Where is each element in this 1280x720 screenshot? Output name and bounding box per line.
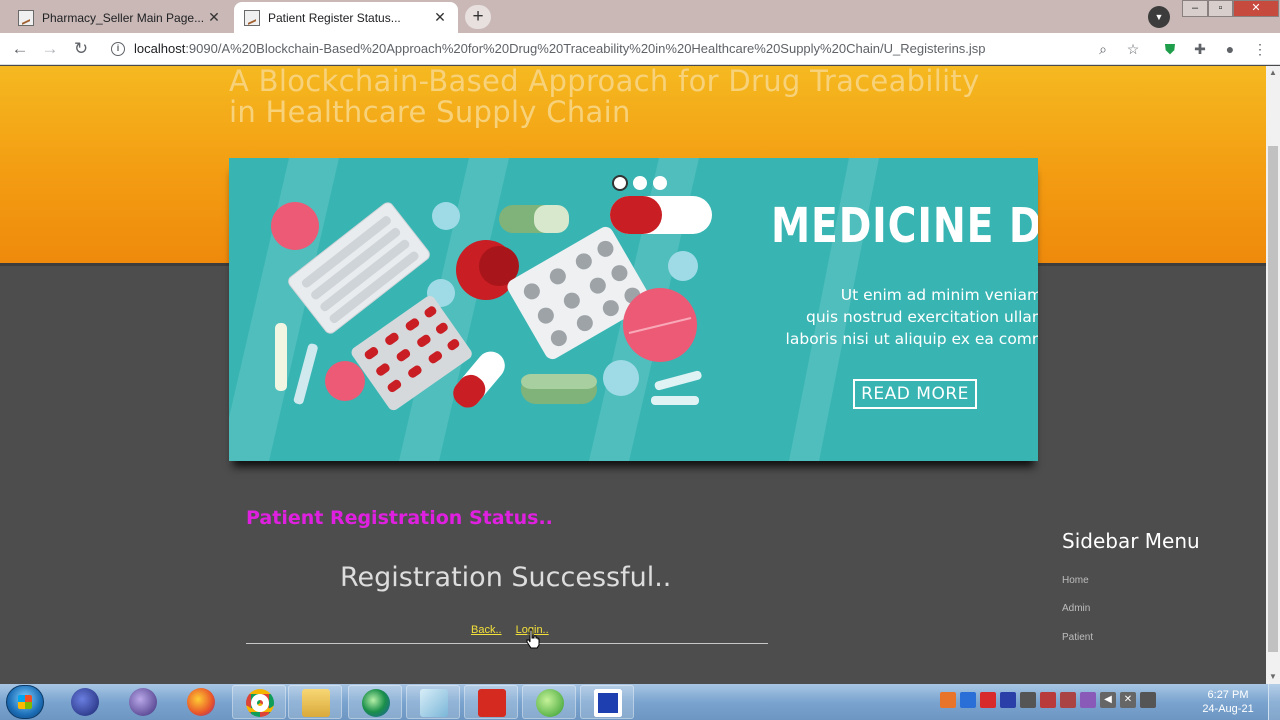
site-info-icon[interactable]: i: [111, 42, 125, 56]
refresh-app-icon: [536, 689, 564, 717]
web-page: A Blockchain-Based Approach for Drug Tra…: [0, 66, 1266, 684]
tray-flag-icon[interactable]: [1060, 692, 1076, 708]
site-title: A Blockchain-Based Approach for Drug Tra…: [229, 66, 980, 129]
close-window-icon[interactable]: ✕: [1233, 0, 1279, 17]
reload-icon[interactable]: ↻: [69, 37, 93, 61]
eclipse-icon: [71, 688, 99, 716]
window-app-icon: [594, 689, 622, 717]
scroll-down-icon[interactable]: ▼: [1266, 670, 1280, 684]
sidebar-item-admin[interactable]: Admin: [1062, 603, 1090, 614]
banner-title: MEDICINE DRUG: [771, 198, 1038, 254]
taskbar-clock[interactable]: 6:27 PM 24-Aug-21: [1196, 688, 1260, 716]
tray-app-icon[interactable]: [940, 692, 956, 708]
taskbar-acrobat[interactable]: [464, 685, 518, 719]
banner-text-line: laboris nisi ut aliquip ex ea comm: [785, 330, 1038, 348]
bookmark-star-icon[interactable]: ☆: [1124, 40, 1142, 58]
page-favicon-icon: [244, 9, 260, 26]
browser-toolbar: ← → ↻ i localhost:9090/A%20Blockchain-Ba…: [0, 33, 1280, 65]
extensions-puzzle-icon[interactable]: ✚: [1191, 40, 1209, 58]
sidebar-title: Sidebar Menu: [1062, 529, 1200, 553]
status-heading: Patient Registration Status..: [246, 507, 553, 529]
tab-patient-register-status[interactable]: Patient Register Status... ✕: [234, 2, 458, 33]
notes-icon: [420, 689, 448, 717]
tray-device-icon[interactable]: [1020, 692, 1036, 708]
tab-pharmacy-seller[interactable]: Pharmacy_Seller Main Page... ✕: [8, 2, 232, 33]
tray-app-icon[interactable]: [1080, 692, 1096, 708]
tab-close-icon[interactable]: ✕: [432, 9, 448, 26]
tab-title: Patient Register Status...: [268, 10, 401, 25]
show-desktop-button[interactable]: [1268, 684, 1280, 720]
window-controls: – ▫ ✕: [1182, 0, 1279, 17]
pdf-icon: [478, 689, 506, 717]
taskbar-firefox[interactable]: [174, 685, 228, 719]
sidebar-item-home[interactable]: Home: [1062, 575, 1089, 586]
new-tab-button[interactable]: +: [465, 5, 491, 29]
page-favicon-icon: [18, 9, 34, 26]
tray-security-icon[interactable]: [980, 692, 996, 708]
clock-date: 24-Aug-21: [1202, 703, 1254, 715]
taskbar-eclipse[interactable]: [58, 685, 112, 719]
banner-text-line: quis nostrud exercitation ullam: [806, 308, 1038, 326]
tray-app-icon[interactable]: [1040, 692, 1056, 708]
taskbar-explorer[interactable]: [288, 685, 342, 719]
profile-avatar-icon[interactable]: ●: [1221, 40, 1239, 58]
tray-volume-icon[interactable]: ◀: [1100, 692, 1116, 708]
scrollbar-thumb[interactable]: [1268, 146, 1278, 652]
globe-icon: [362, 689, 390, 717]
minimize-icon[interactable]: –: [1182, 0, 1208, 17]
divider: [246, 643, 768, 644]
scroll-up-icon[interactable]: ▲: [1266, 66, 1280, 80]
tab-search-dropdown-icon[interactable]: ▼: [1148, 6, 1170, 28]
tray-network-icon[interactable]: [960, 692, 976, 708]
taskbar-app-notes[interactable]: [406, 685, 460, 719]
taskbar-app-globe[interactable]: [348, 685, 402, 719]
taskbar-eclipse-2[interactable]: [116, 685, 170, 719]
banner-text-line: Ut enim ad minim veniam,: [840, 286, 1038, 304]
eclipse-purple-icon: [129, 688, 157, 716]
address-bar[interactable]: i localhost:9090/A%20Blockchain-Based%20…: [103, 37, 1153, 61]
sidebar-item-patient[interactable]: Patient: [1062, 632, 1093, 643]
action-links: Back.. Login..: [471, 624, 560, 636]
maximize-icon[interactable]: ▫: [1208, 0, 1233, 17]
start-button[interactable]: [6, 685, 44, 719]
tab-title: Pharmacy_Seller Main Page...: [42, 10, 205, 25]
taskbar-app-green[interactable]: [522, 685, 576, 719]
hand-cursor-icon: [526, 629, 540, 649]
banner-text: Ut enim ad minim veniam, quis nostrud ex…: [757, 284, 1038, 350]
zoom-icon[interactable]: ⌕: [1094, 40, 1112, 58]
shield-extension-icon[interactable]: ⛊: [1161, 40, 1179, 58]
tab-close-icon[interactable]: ✕: [206, 9, 222, 26]
taskbar-app-blue[interactable]: [580, 685, 634, 719]
page-scrollbar[interactable]: ▲ ▼: [1266, 66, 1280, 684]
clock-time: 6:27 PM: [1207, 689, 1249, 701]
folder-icon: [302, 689, 330, 717]
menu-kebab-icon[interactable]: ⋮: [1251, 40, 1269, 58]
url-text: localhost:9090/A%20Blockchain-Based%20Ap…: [134, 41, 986, 56]
tray-mute-icon[interactable]: ✕: [1120, 692, 1136, 708]
hero-banner: MEDICINE DRUG Ut enim ad minim veniam, q…: [229, 158, 1038, 461]
tray-display-icon[interactable]: [1140, 692, 1156, 708]
back-arrow-icon[interactable]: ←: [8, 37, 32, 61]
system-tray: ◀ ✕: [940, 692, 1156, 712]
taskbar-chrome[interactable]: [232, 685, 286, 719]
chrome-icon: [246, 689, 274, 717]
firefox-icon: [187, 688, 215, 716]
read-more-button[interactable]: READ MORE: [853, 379, 977, 409]
windows-taskbar: ◀ ✕ 6:27 PM 24-Aug-21: [0, 684, 1280, 720]
forward-arrow-icon[interactable]: →: [38, 37, 62, 61]
back-link[interactable]: Back..: [471, 624, 502, 636]
success-message: Registration Successful..: [340, 562, 672, 593]
tray-app-icon[interactable]: [1000, 692, 1016, 708]
browser-tab-bar: Pharmacy_Seller Main Page... ✕ Patient R…: [0, 0, 1280, 33]
